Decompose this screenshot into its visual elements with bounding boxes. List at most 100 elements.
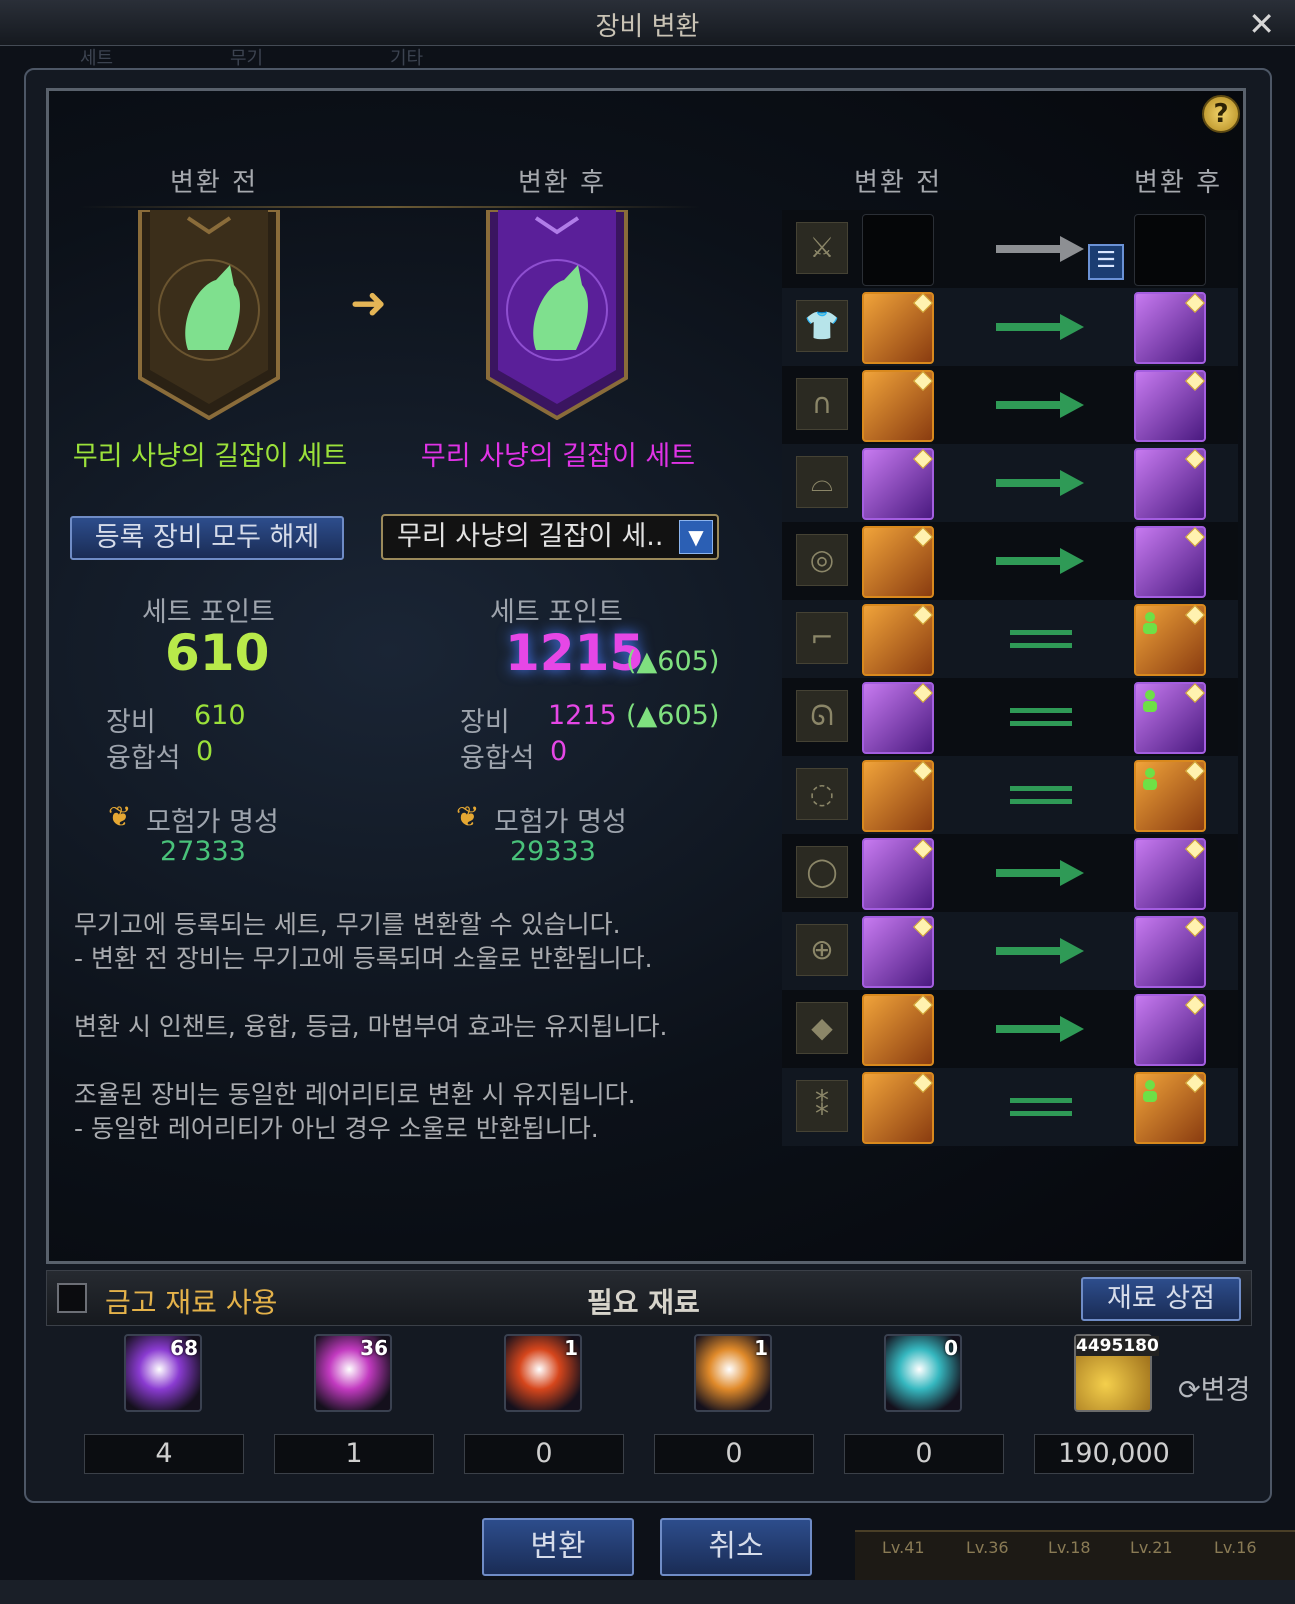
- after-item-earring[interactable]: [1134, 1072, 1206, 1144]
- tune-diamond-icon: [1185, 1073, 1205, 1093]
- slot-row-head: ⌓: [782, 444, 1238, 522]
- after-item-magic-stone[interactable]: [1134, 994, 1206, 1066]
- after-item-necklace[interactable]: [1134, 682, 1206, 754]
- tune-diamond-icon: [1185, 449, 1205, 469]
- background-level: Lv.16: [1214, 1538, 1257, 1557]
- after-item-support[interactable]: [1134, 916, 1206, 988]
- before-item-necklace[interactable]: [862, 682, 934, 754]
- required-amount: 0: [844, 1434, 1004, 1474]
- tune-diamond-icon: [913, 683, 933, 703]
- help-icon[interactable]: ?: [1202, 95, 1240, 133]
- material-orb-icon[interactable]: 1: [694, 1334, 772, 1412]
- background-tab: 무기: [230, 48, 264, 69]
- equal-icon: [996, 1092, 1086, 1122]
- after-item-ring[interactable]: [1134, 838, 1206, 910]
- earring-slot-icon: ⁑: [796, 1080, 848, 1132]
- material-orb-icon[interactable]: 36: [314, 1334, 392, 1412]
- background-level: Lv.36: [966, 1538, 1009, 1557]
- before-item-support[interactable]: [862, 916, 934, 988]
- after-set-points: 1215: [505, 624, 645, 682]
- chevron-down-icon[interactable]: ▼: [679, 520, 713, 554]
- necklace-slot-icon: ᘏ: [796, 690, 848, 742]
- material-orb-icon[interactable]: 0: [884, 1334, 962, 1412]
- before-item-earring[interactable]: [862, 1072, 934, 1144]
- top-slot-icon: 👕: [796, 300, 848, 352]
- convert-button[interactable]: 변환: [482, 1518, 634, 1576]
- change-button[interactable]: ⟳변경: [1178, 1368, 1250, 1407]
- use-vault-label: 금고 재료 사용: [105, 1286, 278, 1319]
- tune-diamond-icon: [913, 449, 933, 469]
- belt-slot-icon: ◎: [796, 534, 848, 586]
- material-orb-icon[interactable]: 68: [124, 1334, 202, 1412]
- set-dropdown-value: 무리 사냥의 길잡이 세..: [397, 521, 664, 552]
- equal-icon: [996, 702, 1086, 732]
- materials-list: 68 4 36 1 1 0 1 0 0 0 4495180 190,000: [46, 1330, 1252, 1480]
- after-fame-icon: ❦: [456, 800, 480, 833]
- change-label: 변경: [1200, 1375, 1251, 1406]
- person-icon: [1142, 1080, 1158, 1102]
- before-item-top[interactable]: [862, 292, 934, 364]
- before-item-belt[interactable]: [862, 526, 934, 598]
- before-item-bracelet[interactable]: [862, 760, 934, 832]
- description-line: [74, 976, 774, 1010]
- after-set-banner: [486, 210, 628, 420]
- after-item-bottom[interactable]: [1134, 370, 1206, 442]
- before-item-ring[interactable]: [862, 838, 934, 910]
- background-level: Lv.41: [882, 1538, 925, 1557]
- background-level: Lv.18: [1048, 1538, 1091, 1557]
- slot-row-bottom: ∩: [782, 366, 1238, 444]
- before-item-shoes[interactable]: [862, 604, 934, 676]
- magic-stone-slot-icon: ◆: [796, 1002, 848, 1054]
- person-icon: [1142, 690, 1158, 712]
- use-vault-checkbox[interactable]: [57, 1283, 87, 1313]
- after-item-bracelet[interactable]: [1134, 760, 1206, 832]
- before-set-name: 무리 사냥의 길잡이 세트: [72, 441, 348, 472]
- list-add-icon[interactable]: ☰: [1088, 244, 1124, 280]
- close-icon[interactable]: ✕: [1248, 5, 1275, 43]
- description-line: - 변환 전 장비는 무기고에 등록되며 소울로 반환됩니다.: [74, 944, 653, 973]
- before-fame-label: 모험가 명성: [146, 807, 279, 838]
- equipment-slot-grid: ⚔ ☰ 👕 ∩ ⌓ ◎ ⌐ ᘏ ◌ ◯ ⊕ ◆ ⁑: [782, 210, 1238, 1180]
- equal-icon: [996, 624, 1086, 654]
- game-window: 장비 변환 ✕ 세트 무기 기타 ? 변환 전 변환 후 ➜ 무리 사냥의 길잡…: [0, 0, 1295, 1604]
- owned-count: 0: [944, 1336, 958, 1360]
- background-level: Lv.21: [1130, 1538, 1173, 1557]
- before-item-weapon[interactable]: [862, 214, 934, 286]
- material-shop-button[interactable]: 재료 상점: [1081, 1277, 1241, 1321]
- shoes-slot-icon: ⌐: [796, 612, 848, 664]
- required-amount: 4: [84, 1434, 244, 1474]
- after-item-top[interactable]: [1134, 292, 1206, 364]
- before-set-banner: [138, 210, 280, 420]
- before-fame-icon: ❦: [108, 800, 132, 833]
- after-item-head[interactable]: [1134, 448, 1206, 520]
- head-slot-icon: ⌓: [796, 456, 848, 508]
- after-item-weapon[interactable]: [1134, 214, 1206, 286]
- slot-row-belt: ◎: [782, 522, 1238, 600]
- before-header: 변환 전: [170, 168, 259, 198]
- arrow-right-icon: [996, 234, 1086, 264]
- tune-diamond-icon: [913, 371, 933, 391]
- unregister-all-button[interactable]: 등록 장비 모두 해제: [70, 516, 344, 560]
- after-item-belt[interactable]: [1134, 526, 1206, 598]
- gold-icon[interactable]: 4495180: [1074, 1334, 1159, 1412]
- owned-count: 4495180: [1076, 1336, 1159, 1356]
- after-equip-value: 1215: [548, 700, 617, 731]
- tune-diamond-icon: [1185, 683, 1205, 703]
- material-orb-icon[interactable]: 1: [504, 1334, 582, 1412]
- slot-row-ring: ◯: [782, 834, 1238, 912]
- owned-count: 1: [754, 1336, 768, 1360]
- before-item-head[interactable]: [862, 448, 934, 520]
- arrow-right-icon: [996, 1014, 1086, 1044]
- description-line: 변환 시 인챈트, 융합, 등급, 마법부여 효과는 유지됩니다.: [74, 1012, 668, 1041]
- after-set-points-delta: (▲605): [626, 646, 720, 677]
- cancel-button[interactable]: 취소: [660, 1518, 812, 1576]
- after-item-shoes[interactable]: [1134, 604, 1206, 676]
- description-line: 무기고에 등록되는 세트, 무기를 변환할 수 있습니다.: [74, 910, 621, 939]
- before-item-magic-stone[interactable]: [862, 994, 934, 1066]
- bracelet-slot-icon: ◌: [796, 768, 848, 820]
- set-dropdown[interactable]: 무리 사냥의 길잡이 세.. ▼: [381, 514, 719, 560]
- tune-diamond-icon: [913, 1073, 933, 1093]
- description-line: [74, 1044, 774, 1078]
- background-tab: 세트: [80, 48, 114, 69]
- before-item-bottom[interactable]: [862, 370, 934, 442]
